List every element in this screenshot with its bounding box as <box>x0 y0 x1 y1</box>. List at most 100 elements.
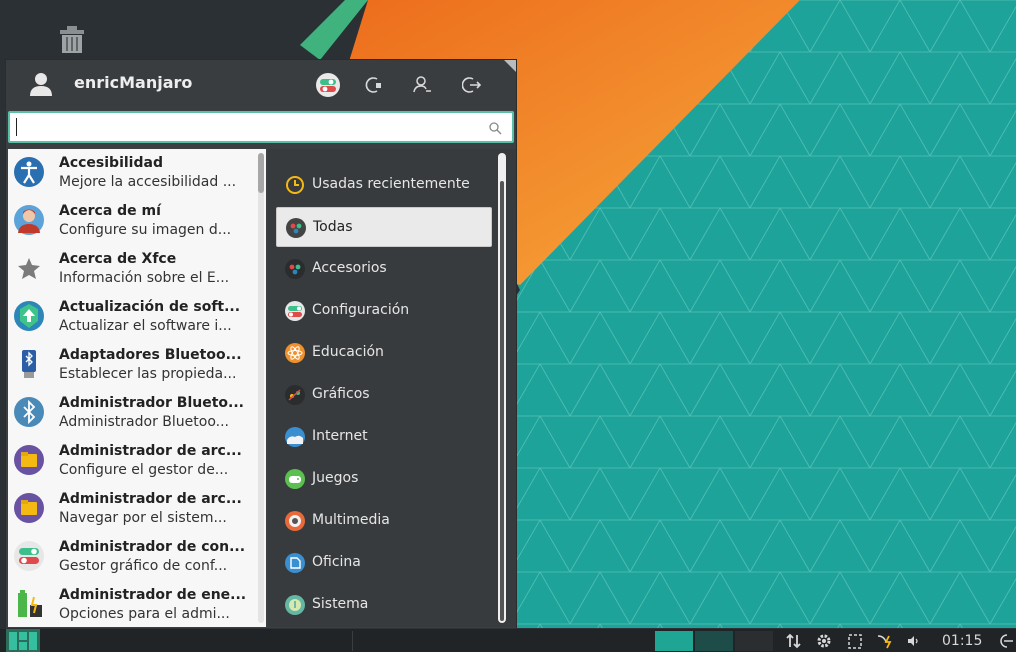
app-name: Administrador de ene... <box>59 587 247 603</box>
app-name: Actualización de soft... <box>59 299 241 315</box>
app-description: Actualizar el software i... <box>59 318 232 334</box>
category-label: Multimedia <box>312 512 390 528</box>
list-item[interactable]: Administrador Blueto... Administrador Bl… <box>8 389 256 437</box>
resize-handle[interactable] <box>504 60 516 72</box>
workspace-3[interactable] <box>735 631 773 651</box>
category-games[interactable]: Juegos <box>276 459 492 499</box>
category-label: Todas <box>313 219 353 235</box>
software-update-icon <box>12 299 46 333</box>
accessibility-icon <box>12 155 46 189</box>
user-avatar-icon <box>28 71 54 97</box>
office-icon <box>284 552 306 574</box>
app-name: Adaptadores Bluetoo... <box>59 347 242 363</box>
list-item[interactable]: Acerca de mí Configure su imagen d... <box>8 197 256 245</box>
list-item[interactable]: Administrador de arc... Navegar por el s… <box>8 485 256 533</box>
app-description: Establecer las propieda... <box>59 366 237 382</box>
category-education[interactable]: Educación <box>276 333 492 373</box>
app-description: Configure su imagen d... <box>59 222 232 238</box>
text-caret <box>16 118 17 136</box>
lock-screen-icon[interactable] <box>361 72 387 98</box>
category-settings[interactable]: Configuración <box>276 291 492 331</box>
app-description: Configure el gestor de... <box>59 462 229 478</box>
category-recent[interactable]: Usadas recientemente <box>276 165 492 205</box>
system-icon <box>284 594 306 616</box>
category-office[interactable]: Oficina <box>276 543 492 583</box>
folder-icon <box>12 491 46 525</box>
list-item[interactable]: Administrador de arc... Configure el ges… <box>8 437 256 485</box>
scrollbar-thumb[interactable] <box>258 153 264 193</box>
app-description: Administrador Bluetoo... <box>59 414 229 430</box>
all-apps-icon <box>285 217 307 239</box>
app-name: Accesibilidad <box>59 155 163 171</box>
app-description: Opciones para el admi... <box>59 606 230 622</box>
workspace-1[interactable] <box>655 631 693 651</box>
list-item[interactable]: Accesibilidad Mejore la accesibilidad ..… <box>8 149 256 197</box>
category-label: Educación <box>312 344 384 360</box>
search-icon <box>488 120 502 135</box>
category-label: Accesorios <box>312 260 387 276</box>
menu-header: enricManjaro <box>6 60 516 110</box>
app-description: Mejore la accesibilidad ... <box>59 174 237 190</box>
panel-clock[interactable]: 01:15 <box>942 633 982 649</box>
whisker-menu-button[interactable] <box>6 629 40 652</box>
category-multimedia[interactable]: Multimedia <box>276 501 492 541</box>
clock-icon <box>284 174 306 196</box>
power-cord-icon[interactable] <box>876 631 896 651</box>
panel-separator <box>352 631 353 651</box>
workspace-2[interactable] <box>695 631 733 651</box>
settings-icon <box>284 300 306 322</box>
multimedia-icon <box>284 510 306 532</box>
scrollbar-thumb[interactable] <box>500 181 504 621</box>
app-name: Administrador de con... <box>59 539 246 555</box>
category-internet[interactable]: Internet <box>276 417 492 457</box>
category-label: Oficina <box>312 554 361 570</box>
clipboard-icon[interactable] <box>845 631 865 651</box>
app-description: Gestor gráfico de conf... <box>59 558 228 574</box>
accessories-icon <box>284 258 306 280</box>
apps-scrollbar[interactable] <box>258 153 264 623</box>
gear-icon[interactable] <box>814 631 834 651</box>
list-item[interactable]: Actualización de soft... Actualizar el s… <box>8 293 256 341</box>
list-item[interactable]: Administrador de con... Gestor gráfico d… <box>8 533 256 581</box>
list-item[interactable]: Administrador de ene... Opciones para el… <box>8 581 256 627</box>
education-icon <box>284 342 306 364</box>
whisker-menu: enricManjaro Accesibilidad Mejore la acc… <box>5 59 517 629</box>
list-item[interactable]: Acerca de Xfce Información sobre el E... <box>8 245 256 293</box>
category-label: Internet <box>312 428 368 444</box>
star-icon <box>12 251 46 285</box>
app-name: Administrador Blueto... <box>59 395 245 411</box>
category-label: Gráficos <box>312 386 370 402</box>
user-profile-icon <box>12 203 46 237</box>
category-list: Usadas recientemente Todas Accesorios Co… <box>268 149 516 627</box>
file-manager-icon <box>12 443 46 477</box>
list-item[interactable]: Adaptadores Bluetoo... Establecer las pr… <box>8 341 256 389</box>
settings-manager-icon[interactable] <box>315 72 341 98</box>
bluetooth-adapter-icon <box>12 347 46 381</box>
graphics-icon <box>284 384 306 406</box>
categories-scrollbar[interactable] <box>498 153 506 623</box>
network-transfer-icon[interactable] <box>784 631 804 651</box>
switch-user-icon[interactable] <box>409 72 435 98</box>
category-label: Juegos <box>312 470 359 486</box>
search-input[interactable] <box>8 111 514 143</box>
internet-icon <box>284 426 306 448</box>
bluetooth-icon <box>12 395 46 429</box>
volume-icon[interactable] <box>904 631 924 651</box>
app-list: Accesibilidad Mejore la accesibilidad ..… <box>8 149 266 627</box>
trash-icon[interactable] <box>56 25 88 55</box>
games-icon <box>284 468 306 490</box>
settings-toggle-icon <box>12 539 46 573</box>
logout-icon[interactable] <box>459 72 485 98</box>
category-graphics[interactable]: Gráficos <box>276 375 492 415</box>
category-label: Configuración <box>312 302 410 318</box>
username: enricManjaro <box>74 73 193 92</box>
app-name: Administrador de arc... <box>59 443 242 459</box>
logout-icon[interactable] <box>996 631 1016 651</box>
category-system[interactable]: Sistema <box>276 585 492 625</box>
app-name: Administrador de arc... <box>59 491 242 507</box>
app-description: Información sobre el E... <box>59 270 230 286</box>
category-accessories[interactable]: Accesorios <box>276 249 492 289</box>
category-all[interactable]: Todas <box>276 207 492 247</box>
category-label: Sistema <box>312 596 369 612</box>
battery-icon <box>12 587 46 621</box>
